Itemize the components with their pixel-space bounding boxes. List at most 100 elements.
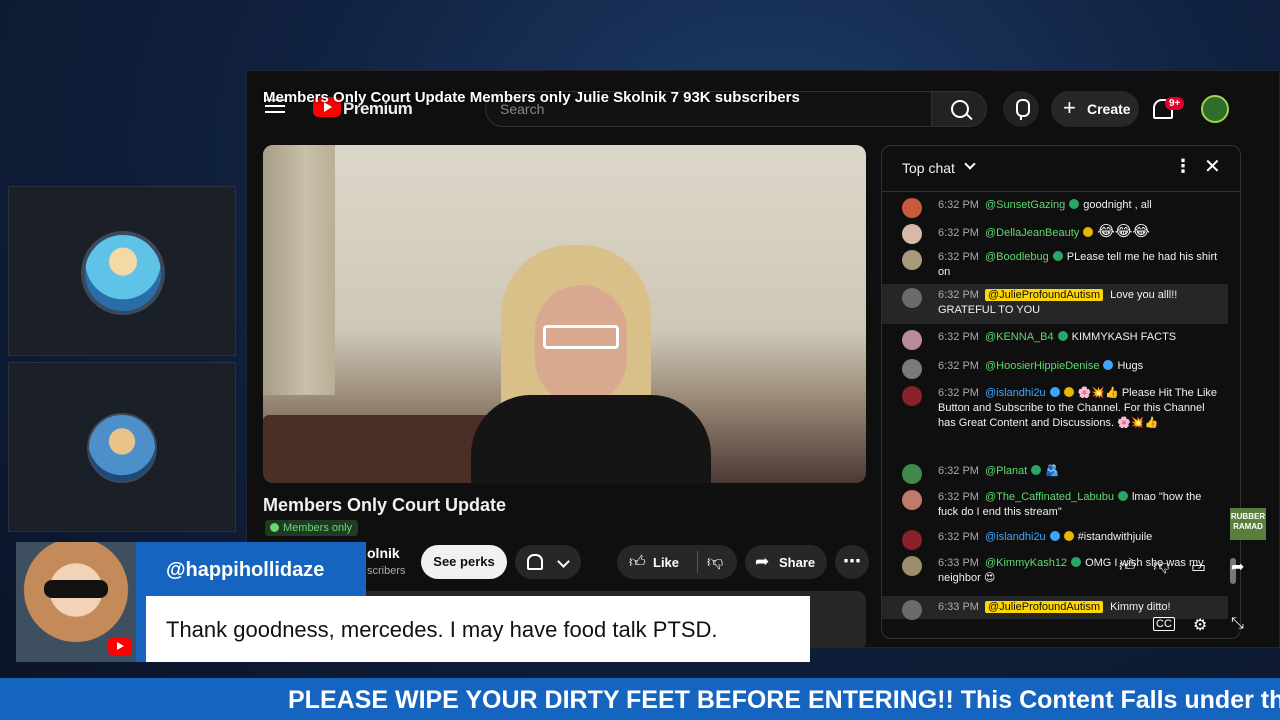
video-title: Members Only Court Update bbox=[263, 495, 507, 515]
chat-avatar bbox=[902, 464, 922, 484]
chat-text: Hugs bbox=[1117, 360, 1144, 372]
member-badge-icon bbox=[1031, 465, 1042, 475]
scrolling-ticker: PLEASE WIPE YOUR DIRTY FEET BEFORE ENTER… bbox=[0, 678, 1280, 720]
share-icon[interactable]: ➦ bbox=[1231, 557, 1244, 577]
chat-message: 6:32 PM @Planat 🫂 bbox=[902, 464, 1224, 484]
chat-message: 6:32 PM @islandhi2u #istandwithjuile bbox=[902, 530, 1224, 550]
thumbs-up-icon[interactable]: 👍︎ bbox=[1119, 557, 1136, 576]
member-badge-icon bbox=[1117, 491, 1128, 501]
chat-message-owner: 6:33 PM @JulieProfoundAutism Kimmy ditto! bbox=[882, 596, 1228, 620]
moderator-badge-icon bbox=[1049, 387, 1060, 397]
member-badge-icon bbox=[1052, 251, 1063, 261]
comment-icon[interactable]: ▭ bbox=[1191, 557, 1206, 577]
notification-badge: 9+ bbox=[1165, 97, 1185, 110]
chat-time: 6:32 PM bbox=[938, 491, 979, 503]
chat-avatar bbox=[902, 198, 922, 218]
chat-time: 6:33 PM bbox=[938, 557, 979, 569]
youtube-header: Premium Search + Create 9+ bbox=[247, 71, 1279, 143]
thumbs-down-icon[interactable]: 👎︎ bbox=[1153, 557, 1169, 576]
chat-time: 6:32 PM bbox=[938, 465, 979, 477]
chat-author[interactable]: @SunsetGazing bbox=[985, 199, 1065, 211]
stream-title-overlay: Members Only Court Update Members only J… bbox=[263, 89, 800, 106]
chevron-down-icon[interactable] bbox=[964, 158, 976, 170]
member-badge-icon bbox=[1071, 557, 1082, 567]
guest-avatar bbox=[87, 413, 157, 483]
member-badge-icon bbox=[1069, 199, 1080, 209]
chat-avatar bbox=[902, 556, 922, 576]
commenter-avatar bbox=[16, 542, 136, 662]
member-badge-icon bbox=[1063, 387, 1074, 397]
video-person-body bbox=[471, 395, 711, 483]
comment-body: Thank goodness, mercedes. I may have foo… bbox=[146, 596, 810, 662]
mic-icon[interactable] bbox=[1003, 91, 1039, 127]
guest-avatar bbox=[81, 231, 165, 315]
member-badge-icon bbox=[1063, 531, 1074, 541]
chat-message: 6:32 PM @DellaJeanBeauty 😂😂😂 bbox=[902, 223, 1224, 244]
commenter-handle-bar: @happihollidaze bbox=[136, 542, 366, 596]
chat-text: Kimmy ditto! bbox=[1110, 601, 1171, 613]
chat-time: 6:32 PM bbox=[938, 360, 979, 372]
commenter-handle: @happihollidaze bbox=[166, 559, 325, 581]
account-avatar[interactable] bbox=[1201, 95, 1229, 123]
chat-author[interactable]: @KENNA_B4 bbox=[985, 331, 1054, 343]
chat-time: 6:32 PM bbox=[938, 227, 979, 239]
chat-message: 6:32 PM @HoosierHippieDenise Hugs bbox=[902, 359, 1224, 379]
cc-icon[interactable]: CC bbox=[1153, 617, 1175, 631]
member-badge-icon bbox=[1057, 331, 1068, 341]
chat-author[interactable]: @islandhi2u bbox=[985, 387, 1046, 399]
chat-text: 😂😂😂 bbox=[1097, 223, 1150, 240]
chat-author[interactable]: @The_Caffinated_Labubu bbox=[985, 491, 1114, 503]
chat-author[interactable]: @HoosierHippieDenise bbox=[985, 360, 1100, 372]
chat-author[interactable]: @Planat bbox=[985, 465, 1027, 477]
chat-avatar bbox=[902, 386, 922, 406]
chat-time: 6:32 PM bbox=[938, 251, 979, 263]
close-icon[interactable]: ✕ bbox=[1204, 154, 1221, 179]
chat-author[interactable]: @KimmyKash12 bbox=[985, 557, 1067, 569]
create-button[interactable]: + Create bbox=[1051, 91, 1139, 127]
plus-icon: + bbox=[1063, 95, 1076, 120]
chat-avatar bbox=[902, 530, 922, 550]
more-actions-button[interactable]: ⋯ bbox=[835, 545, 869, 579]
video-curtain bbox=[263, 145, 335, 395]
settings-icon[interactable]: ⚙ bbox=[1193, 615, 1207, 635]
chat-message: 6:32 PM @islandhi2u 🌸💥👍 Please Hit The Lik… bbox=[902, 386, 1224, 431]
chat-text: #istandwithjuile bbox=[1077, 531, 1153, 543]
guest-panel-1 bbox=[8, 186, 236, 356]
comment-text: Thank goodness, mercedes. I may have foo… bbox=[166, 617, 718, 642]
kebab-icon[interactable]: ⋮ bbox=[1174, 156, 1192, 177]
chat-avatar bbox=[902, 250, 922, 270]
chat-author-owner[interactable]: @JulieProfoundAutism bbox=[984, 289, 1104, 301]
chat-message: 6:32 PM @The_Caffinated_Labubu lmao "how t… bbox=[902, 490, 1224, 520]
chat-avatar bbox=[902, 330, 922, 350]
chat-header: Top chat ⋮ ✕ bbox=[882, 146, 1240, 192]
youtube-icon bbox=[108, 638, 132, 655]
member-badge-icon bbox=[1103, 360, 1114, 370]
video-player[interactable] bbox=[263, 145, 866, 483]
live-chat: Top chat ⋮ ✕ 6:32 PM @SunsetGazing goodnig… bbox=[881, 145, 1241, 639]
chat-message-owner: 6:32 PM @JulieProfoundAutism Love you all… bbox=[882, 284, 1228, 324]
chat-author[interactable]: @DellaJeanBeauty bbox=[985, 227, 1079, 239]
chat-author[interactable]: @islandhi2u bbox=[985, 531, 1046, 543]
members-only-badge: Members only bbox=[265, 520, 359, 536]
search-icon[interactable] bbox=[931, 91, 987, 127]
chat-time: 6:32 PM bbox=[938, 387, 979, 399]
chat-message: 6:32 PM @SunsetGazing goodnight , all bbox=[902, 198, 1224, 218]
guest-panel-2 bbox=[8, 362, 236, 532]
chat-author-owner[interactable]: @JulieProfoundAutism bbox=[984, 601, 1104, 613]
chat-message: 6:32 PM @Boodlebug PLease tell me he had h… bbox=[902, 250, 1224, 280]
member-badge-icon bbox=[1083, 227, 1094, 237]
chat-time: 6:32 PM bbox=[938, 199, 979, 211]
side-tag: RUBBER RAMAD bbox=[1230, 508, 1266, 540]
chat-time: 6:32 PM bbox=[938, 289, 979, 301]
chat-mode-selector[interactable]: Top chat bbox=[902, 160, 955, 176]
chat-text: KIMMYKASH FACTS bbox=[1071, 331, 1177, 343]
chat-avatar bbox=[902, 600, 922, 620]
chat-text: 🌸💥👍 Please Hit The Like Button and Subsc… bbox=[938, 387, 1218, 429]
chat-time: 6:32 PM bbox=[938, 531, 979, 543]
exit-fullscreen-icon[interactable]: ⤡ bbox=[1231, 615, 1244, 633]
chat-author[interactable]: @Boodlebug bbox=[985, 251, 1049, 263]
commenter-sunglasses bbox=[44, 580, 108, 598]
video-headboard bbox=[263, 415, 493, 483]
chat-avatar bbox=[902, 224, 922, 244]
video-person-glasses bbox=[543, 325, 619, 349]
